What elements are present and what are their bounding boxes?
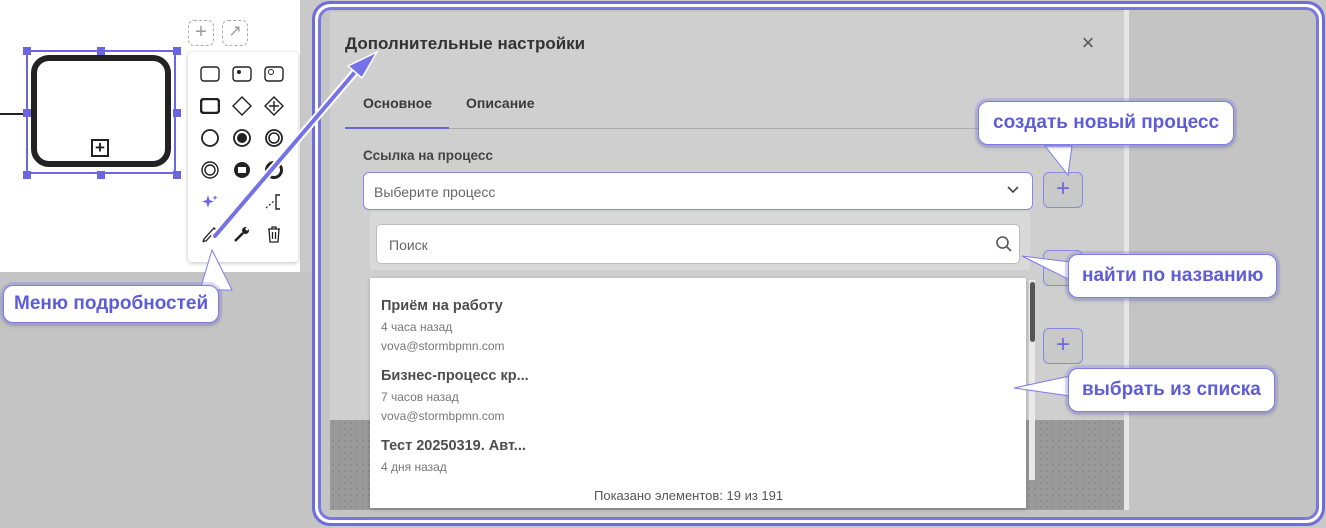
message-throw-event-icon[interactable] bbox=[228, 156, 256, 184]
item-title: Бизнес-процесс кр... bbox=[381, 368, 529, 384]
parallel-gateway-icon[interactable] bbox=[260, 92, 288, 120]
annotation-icon[interactable] bbox=[260, 188, 288, 216]
list-count: Показано элементов: 19 из 191 bbox=[594, 488, 784, 503]
add-button[interactable]: + bbox=[1043, 328, 1083, 364]
list-item[interactable]: Бизнес-процесс кр... 7 часов назад vova@… bbox=[381, 368, 529, 423]
resize-handle[interactable] bbox=[97, 47, 105, 55]
pencil-icon[interactable] bbox=[196, 220, 224, 248]
context-palette bbox=[188, 52, 298, 262]
callout-create-process: создать новый процесс bbox=[978, 101, 1235, 145]
connect-icon[interactable] bbox=[228, 188, 256, 216]
list-item[interactable]: Приём на работу 4 часа назад vova@stormb… bbox=[381, 298, 505, 353]
scrollbar-thumb[interactable] bbox=[1030, 282, 1035, 342]
resize-handle[interactable] bbox=[23, 109, 31, 117]
user-task-icon[interactable] bbox=[228, 60, 256, 88]
process-link-label: Ссылка на процесс bbox=[363, 148, 493, 163]
search-placeholder: Поиск bbox=[389, 237, 428, 253]
modal-title: Дополнительные настройки bbox=[345, 34, 586, 53]
start-event-icon[interactable] bbox=[196, 124, 224, 152]
search-area: Поиск bbox=[370, 212, 1030, 270]
gateway-icon[interactable] bbox=[228, 92, 256, 120]
callout-details-menu: Меню подробностей bbox=[3, 285, 220, 323]
service-task-icon[interactable] bbox=[260, 60, 288, 88]
item-author: vova@stormbpmn.com bbox=[381, 339, 505, 353]
process-list: Приём на работу 4 часа назад vova@stormb… bbox=[370, 278, 1026, 508]
list-item[interactable]: Тест 20250319. Авт... 4 дня назад bbox=[381, 438, 526, 474]
resize-handle[interactable] bbox=[23, 171, 31, 179]
callout-find-by-name: найти по названию bbox=[1068, 254, 1278, 298]
trash-icon[interactable] bbox=[260, 220, 288, 248]
item-time: 4 дня назад bbox=[381, 460, 447, 474]
resize-handle[interactable] bbox=[173, 109, 181, 117]
item-title: Приём на работу bbox=[381, 298, 503, 314]
tab-main[interactable]: Основное bbox=[363, 95, 432, 111]
task-icon[interactable] bbox=[196, 60, 224, 88]
resize-handle[interactable] bbox=[23, 47, 31, 55]
item-title: Тест 20250319. Авт... bbox=[381, 438, 526, 454]
tab-description[interactable]: Описание bbox=[466, 95, 535, 111]
wrench-icon[interactable] bbox=[228, 220, 256, 248]
message-boundary-event-icon[interactable] bbox=[260, 124, 288, 152]
chevron-down-icon bbox=[1007, 186, 1019, 194]
intermediate-event-icon[interactable] bbox=[196, 156, 224, 184]
subprocess-icon[interactable] bbox=[196, 92, 224, 120]
active-tab-indicator bbox=[345, 127, 449, 129]
resize-handle[interactable] bbox=[97, 171, 105, 179]
process-dropdown: Поиск Приём на работу 4 часа назад vova@… bbox=[370, 212, 1030, 508]
item-time: 4 часа назад bbox=[381, 320, 453, 334]
sparkle-icon[interactable] bbox=[196, 188, 224, 216]
item-time: 7 часов назад bbox=[381, 390, 459, 404]
callout-choose-from-list: выбрать из списка bbox=[1068, 368, 1275, 412]
subprocess-marker-icon: + bbox=[91, 139, 109, 157]
add-element-icon[interactable]: + bbox=[188, 20, 214, 46]
message-catch-event-icon[interactable] bbox=[228, 124, 256, 152]
resize-handle[interactable] bbox=[173, 47, 181, 55]
process-select[interactable]: Выберите процесс bbox=[363, 172, 1033, 210]
end-event-icon[interactable] bbox=[260, 156, 288, 184]
item-author: vova@stormbpmn.com bbox=[381, 409, 505, 423]
create-process-button[interactable]: + bbox=[1043, 172, 1083, 208]
open-link-icon[interactable]: ↗ bbox=[222, 20, 248, 46]
resize-handle[interactable] bbox=[173, 171, 181, 179]
select-placeholder: Выберите процесс bbox=[374, 184, 496, 200]
close-icon[interactable]: × bbox=[1078, 32, 1098, 54]
search-input[interactable]: Поиск bbox=[376, 224, 1020, 264]
search-icon[interactable] bbox=[995, 235, 1013, 253]
